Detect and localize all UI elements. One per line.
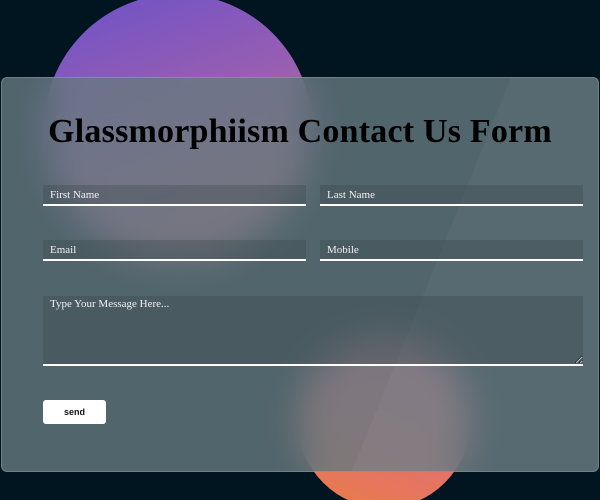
- message-textarea[interactable]: [43, 296, 583, 366]
- email-input[interactable]: [43, 240, 306, 261]
- mobile-input[interactable]: [320, 240, 583, 261]
- send-button[interactable]: send: [43, 400, 106, 424]
- page-background: Glassmorphiism Contact Us Form send: [0, 0, 600, 500]
- first-name-input[interactable]: [43, 185, 306, 206]
- contact-form-card: Glassmorphiism Contact Us Form send: [1, 77, 599, 472]
- last-name-input[interactable]: [320, 185, 583, 206]
- form-title: Glassmorphiism Contact Us Form: [48, 113, 552, 150]
